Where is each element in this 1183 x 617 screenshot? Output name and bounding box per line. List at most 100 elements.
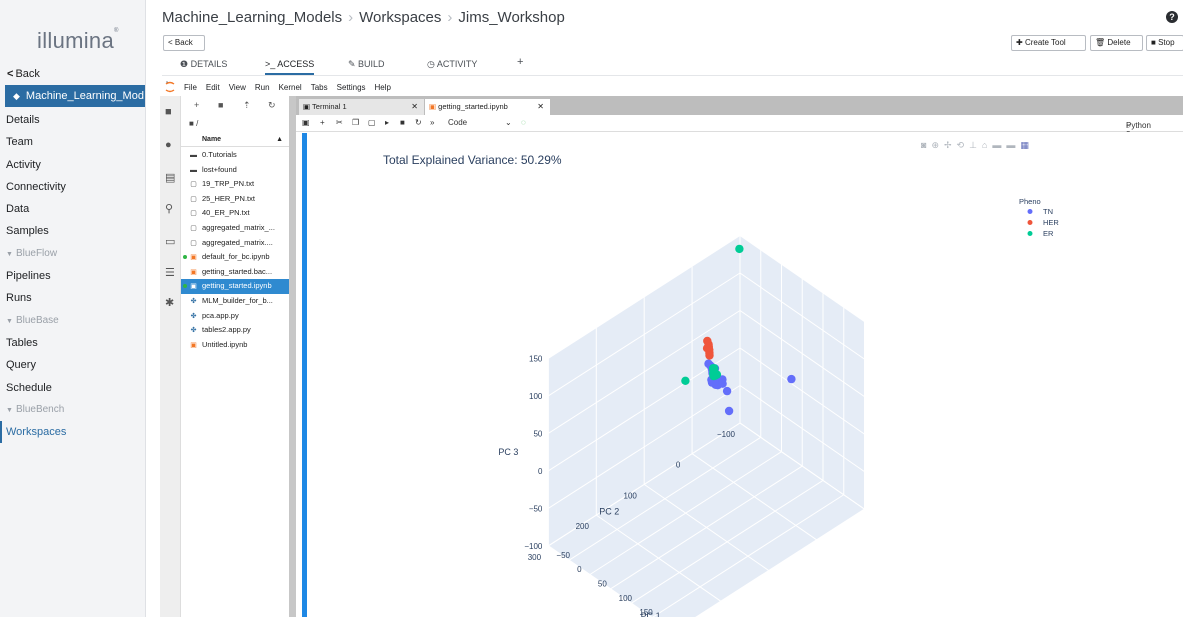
illumina-logo[interactable]: illumina®	[37, 28, 119, 54]
point-her[interactable]	[705, 351, 714, 360]
point-tn[interactable]	[722, 386, 732, 396]
create-tool-button[interactable]: ✚ Create Tool	[1011, 35, 1086, 51]
point-her[interactable]	[702, 344, 712, 353]
new-folder-icon[interactable]: ■	[218, 100, 223, 110]
legend-label: HER	[1043, 218, 1059, 227]
info-icon: ❶	[180, 59, 191, 69]
commands-icon[interactable]: ▤	[165, 171, 175, 184]
cut-icon[interactable]: ✂	[336, 118, 343, 127]
point-tn[interactable]	[787, 374, 796, 384]
sidebar-item-activity[interactable]: Activity	[0, 154, 146, 176]
tab-access[interactable]: >_ ACCESS	[265, 59, 315, 75]
sidebar-item-query[interactable]: Query	[0, 354, 146, 376]
menu-run[interactable]: Run	[255, 83, 270, 92]
file-row[interactable]: ▢ aggregated_matrix....	[181, 236, 289, 251]
running-icon[interactable]: ●	[165, 139, 172, 151]
file-name: tables2.app.py	[202, 325, 251, 335]
menu-tabs[interactable]: Tabs	[311, 83, 328, 92]
restart-icon[interactable]: ↻	[415, 118, 422, 127]
legend-marker-her[interactable]	[1027, 220, 1033, 225]
sidebar-item-samples[interactable]: Samples	[0, 220, 146, 242]
copy-icon[interactable]: ❐	[352, 118, 359, 127]
sidebar-item-label: Query	[6, 359, 36, 372]
tab-details[interactable]: ❶ DETAILS	[180, 59, 227, 70]
refresh-icon[interactable]: ↻	[268, 100, 276, 111]
file-row[interactable]: ▣ Untitled.ipynb	[181, 338, 289, 353]
delete-button[interactable]: 🗑 Delete	[1090, 35, 1143, 51]
sidebar-item-runs[interactable]: Runs	[0, 287, 146, 309]
tab-build[interactable]: ✎ BUILD	[348, 59, 385, 70]
menu-view[interactable]: View	[229, 83, 246, 92]
tabs-icon[interactable]: ▭	[165, 235, 175, 248]
pca-3d-scatter-plot[interactable]: Total Explained Variance: 50.29% −50 0 50 1…	[296, 132, 1183, 617]
close-icon[interactable]: ✕	[411, 99, 418, 115]
add-tab-button[interactable]: +	[517, 56, 523, 68]
tab-activity[interactable]: ◷ ACTIVITY	[427, 59, 477, 70]
file-row[interactable]: ▢ 19_TRP_PN.txt	[181, 177, 289, 192]
file-row[interactable]: ▣ getting_started.ipynb	[181, 279, 289, 294]
folder-icon[interactable]: ■	[165, 106, 172, 118]
run-icon[interactable]: ▸	[385, 118, 389, 127]
sidebar-item-workspaces[interactable]: Workspaces	[0, 421, 146, 444]
insert-cell-icon[interactable]: +	[320, 118, 325, 127]
sidebar-item-data[interactable]: Data	[0, 198, 146, 220]
menu-edit[interactable]: Edit	[206, 83, 220, 92]
fast-forward-icon[interactable]: »	[430, 118, 434, 127]
menu-file[interactable]: File	[184, 83, 197, 92]
menu-kernel[interactable]: Kernel	[279, 83, 302, 92]
legend-marker-tn[interactable]	[1027, 209, 1033, 214]
file-row[interactable]: ▢ aggregated_matrix_...	[181, 221, 289, 236]
sidebar-item-connectivity[interactable]: Connectivity	[0, 176, 146, 198]
sidebar-item-team[interactable]: Team	[0, 131, 146, 153]
file-row[interactable]: ▣ default_for_bc.ipynb	[181, 250, 289, 265]
file-row[interactable]: ▬ lost+found	[181, 163, 289, 178]
help-icon[interactable]: ?	[1166, 11, 1178, 23]
file-row[interactable]: ▢ 40_ER_PN.txt	[181, 206, 289, 221]
file-name: 0.Tutorials	[202, 150, 237, 159]
stop-button[interactable]: ■ Stop	[1146, 35, 1183, 51]
point-er[interactable]	[711, 371, 720, 380]
upload-icon[interactable]: ⇡	[243, 100, 251, 111]
point-her[interactable]	[703, 336, 712, 346]
clock-icon: ◷	[427, 59, 437, 69]
point-tn[interactable]	[724, 406, 734, 416]
point-er[interactable]	[681, 376, 690, 385]
sidebar-item-pipelines[interactable]: Pipelines	[0, 265, 146, 287]
menu-help[interactable]: Help	[375, 83, 391, 92]
file-row[interactable]: ▢ 25_HER_PN.txt	[181, 192, 289, 207]
sidebar-back-link[interactable]: < Back	[7, 68, 40, 80]
file-row[interactable]: ▣ getting_started.bac...	[181, 265, 289, 280]
toc-icon[interactable]: ☰	[165, 266, 175, 279]
sidebar-item-label: Pipelines	[6, 270, 51, 283]
file-row[interactable]: ✤ tables2.app.py	[181, 323, 289, 338]
breadcrumb-workspaces[interactable]: Workspaces	[359, 9, 441, 26]
menu-settings[interactable]: Settings	[337, 83, 366, 92]
sidebar-item-label: Samples	[6, 225, 49, 238]
file-row[interactable]: ▬ 0.Tutorials	[181, 148, 289, 163]
new-launcher-icon[interactable]: +	[194, 100, 199, 110]
point-tn[interactable]	[718, 379, 727, 388]
breadcrumb-project[interactable]: Machine_Learning_Models	[162, 9, 342, 26]
cell-type-select[interactable]: Code	[448, 118, 467, 127]
sidebar-item-details[interactable]: Details	[0, 109, 146, 131]
file-list-header[interactable]: Name ▲	[181, 134, 289, 147]
tab-terminal[interactable]: ▣ Terminal 1 ✕	[299, 99, 424, 115]
sidebar-project-item[interactable]: ◆ Machine_Learning_Mod...	[5, 85, 145, 107]
point-er[interactable]	[735, 244, 744, 254]
extension-icon[interactable]: ✱	[165, 296, 174, 309]
sidebar-item-schedule[interactable]: Schedule	[0, 377, 146, 399]
legend-marker-er[interactable]	[1027, 231, 1033, 236]
back-button[interactable]: < Back	[163, 35, 205, 51]
sidebar-item-tables[interactable]: Tables	[0, 332, 146, 354]
file-row[interactable]: ✤ pca.app.py	[181, 309, 289, 324]
save-icon[interactable]: ▣	[302, 118, 310, 127]
sidebar-nav: Details Team Activity Connectivity Data Sampl…	[0, 109, 146, 444]
tab-notebook[interactable]: ▣ getting_started.ipynb ✕	[425, 99, 550, 115]
paste-icon[interactable]: ▢	[368, 118, 376, 127]
interrupt-icon[interactable]: ■	[400, 118, 405, 127]
git-icon[interactable]: ⚲	[165, 202, 173, 215]
file-path[interactable]: ■ /	[189, 119, 198, 128]
close-icon[interactable]: ✕	[537, 99, 544, 115]
file-row[interactable]: ✤ MLM_builder_for_b...	[181, 294, 289, 309]
panel-splitter[interactable]	[289, 96, 296, 617]
